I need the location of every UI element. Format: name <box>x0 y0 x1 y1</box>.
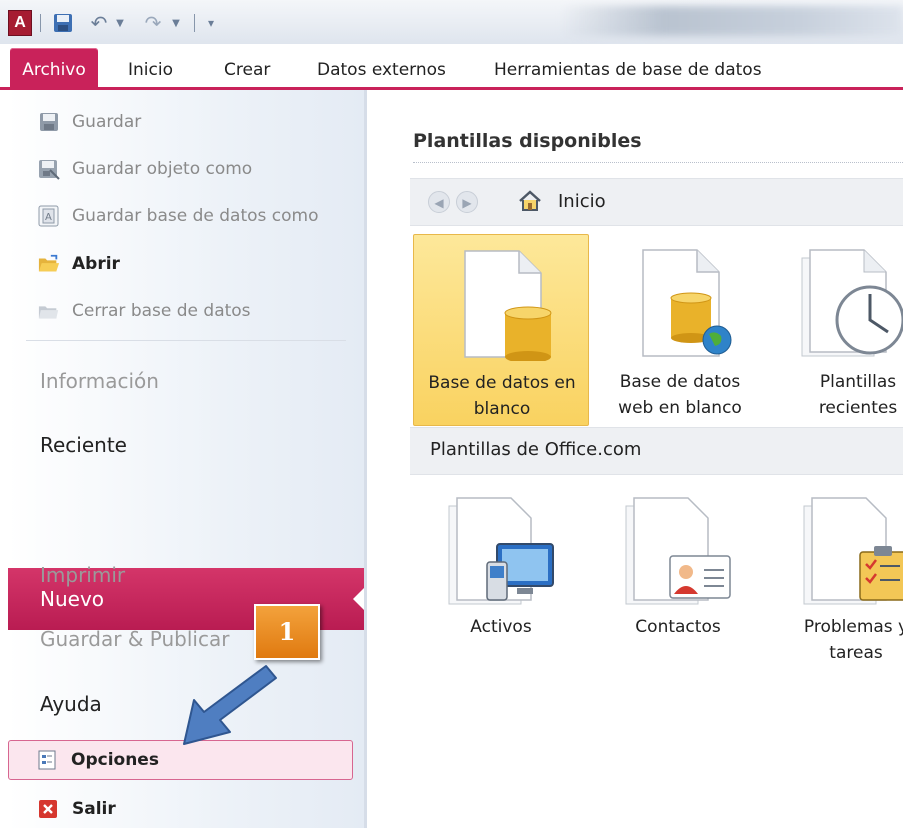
close-db-icon <box>38 300 60 322</box>
tile-label-line1: Contactos <box>635 617 721 637</box>
tile-activos[interactable]: Activos <box>413 490 589 680</box>
tab-archivo[interactable]: Archivo <box>10 48 98 89</box>
tile-plantillas-recientes[interactable]: Plantillas recientes <box>770 234 903 426</box>
opciones-label: Opciones <box>71 750 159 770</box>
section-imprimir[interactable]: Imprimir <box>40 563 125 587</box>
tile-label-line1: Problemas y <box>803 617 903 637</box>
tab-inicio[interactable]: Inicio <box>128 54 173 86</box>
toolbar-separator <box>40 14 41 32</box>
section-label: Nuevo <box>40 587 105 611</box>
section-informacion[interactable]: Información <box>40 369 159 393</box>
pointer-arrow-icon <box>170 660 280 750</box>
access-app-icon[interactable]: A <box>8 10 32 36</box>
save-icon <box>38 111 60 133</box>
save-icon[interactable] <box>52 12 74 34</box>
tile-base-datos-blanco[interactable]: Base de datos en blanco <box>413 234 589 426</box>
command-label: Abrir <box>72 254 120 274</box>
tile-problemas-tareas[interactable]: Problemas y tareas <box>768 490 903 680</box>
undo-dropdown-icon[interactable]: ▼ <box>114 12 126 34</box>
tile-label: Plantillas recientes <box>770 369 903 421</box>
forward-icon[interactable]: ▶ <box>456 191 478 213</box>
contacts-icon <box>624 496 734 608</box>
back-icon[interactable]: ◀ <box>428 191 450 213</box>
customize-icon[interactable]: ▾ <box>204 12 218 34</box>
ribbon-tab-bar: Archivo Inicio Crear Datos externos Herr… <box>0 44 903 90</box>
web-db-icon <box>637 248 737 360</box>
section-guardar-publicar[interactable]: Guardar & Publicar <box>40 627 229 651</box>
tile-label-line1: Activos <box>470 617 532 637</box>
tile-label-line1: Plantillas <box>819 372 897 392</box>
separator <box>26 340 346 341</box>
options-icon <box>37 750 57 770</box>
undo-icon[interactable]: ↶ <box>88 11 110 35</box>
tab-datos-externos[interactable]: Datos externos <box>317 54 446 86</box>
tile-label: Problemas y tareas <box>768 614 903 666</box>
pane-divider <box>364 90 367 828</box>
section-ayuda[interactable]: Ayuda <box>40 692 102 716</box>
template-nav-bar: ◀ ▶ Inicio <box>410 178 903 226</box>
tile-label-line1: Base de datos <box>619 372 741 392</box>
blank-db-icon <box>459 249 559 361</box>
tile-label: Base de datos en blanco <box>414 370 590 422</box>
tile-label: Activos <box>413 614 589 640</box>
tile-label: Contactos <box>590 614 766 640</box>
step-callout: 1 <box>254 604 320 660</box>
toolbar-separator <box>194 14 195 32</box>
redo-dropdown-icon[interactable]: ▼ <box>170 12 182 34</box>
office-templates-header: Plantillas de Office.com <box>410 427 903 475</box>
open-folder-icon <box>38 253 60 275</box>
section-reciente[interactable]: Reciente <box>40 433 127 457</box>
command-label: Cerrar base de datos <box>72 301 251 321</box>
svg-text:A: A <box>45 212 52 223</box>
command-label: Guardar objeto como <box>72 159 253 179</box>
tile-label-line1: Base de datos en <box>428 373 576 393</box>
title-bar: A ↶ ▼ ↷ ▼ ▾ <box>0 0 903 44</box>
tile-label-line2: blanco <box>473 399 531 419</box>
tab-crear[interactable]: Crear <box>224 54 270 86</box>
salir-label: Salir <box>72 799 116 819</box>
office-section-label: Plantillas de Office.com <box>430 439 642 460</box>
save-db-icon: A <box>38 205 60 227</box>
tile-label: Base de datos web en blanco <box>592 369 768 421</box>
home-icon[interactable] <box>518 190 542 212</box>
guardar-objeto-command[interactable]: Guardar objeto como <box>8 149 364 189</box>
salir-button[interactable]: Salir <box>8 789 353 829</box>
page-title: Plantillas disponibles <box>413 130 642 152</box>
title-bar-blur <box>560 6 903 36</box>
guardar-command[interactable]: Guardar <box>8 102 364 142</box>
recent-templates-icon <box>800 248 903 360</box>
tab-herramientas[interactable]: Herramientas de base de datos <box>494 54 762 86</box>
tile-base-datos-web[interactable]: Base de datos web en blanco <box>592 234 768 426</box>
redo-icon[interactable]: ↷ <box>142 11 164 35</box>
tile-label-line2: recientes <box>818 398 898 418</box>
tile-label-line2: tareas <box>829 643 883 663</box>
exit-icon <box>38 799 58 819</box>
cerrar-bd-command[interactable]: Cerrar base de datos <box>8 291 364 331</box>
abrir-command[interactable]: Abrir <box>8 244 364 284</box>
command-label: Guardar base de datos como <box>72 206 319 226</box>
tile-contactos[interactable]: Contactos <box>590 490 766 680</box>
assets-icon <box>447 496 557 608</box>
guardar-bd-command[interactable]: A Guardar base de datos como <box>8 196 364 236</box>
tile-label-line2: web en blanco <box>618 398 742 418</box>
issues-tasks-icon <box>802 496 903 608</box>
command-label: Guardar <box>72 112 142 132</box>
nav-location[interactable]: Inicio <box>558 191 606 212</box>
title-underline <box>413 162 903 163</box>
save-object-icon <box>38 158 60 180</box>
